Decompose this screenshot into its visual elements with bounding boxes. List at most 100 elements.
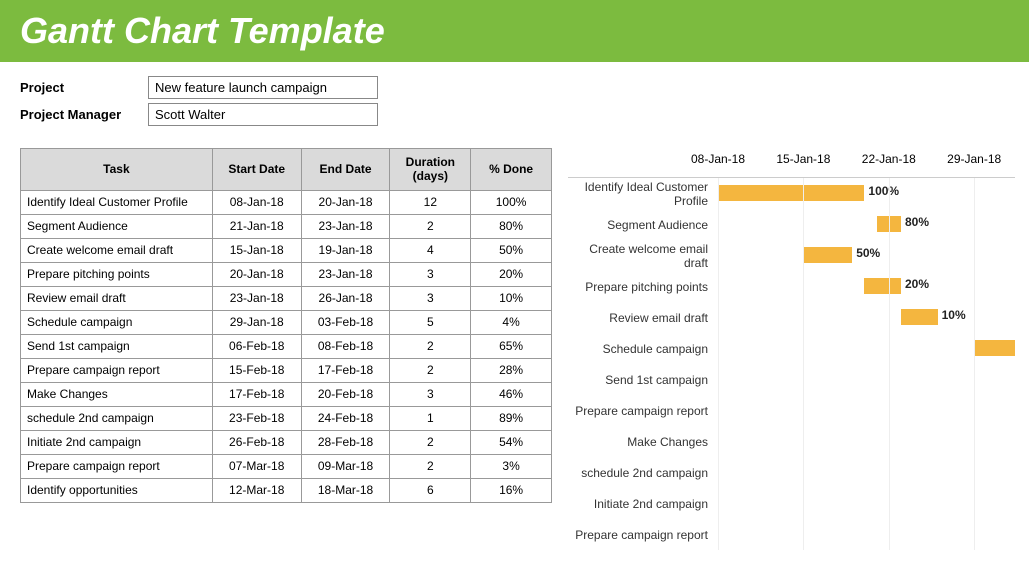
gantt-row-label: Initiate 2nd campaign	[568, 497, 718, 511]
table-row[interactable]: Make Changes17-Feb-1820-Feb-18346%	[21, 382, 552, 406]
table-row[interactable]: Create welcome email draft15-Jan-1819-Ja…	[21, 238, 552, 262]
cell-start[interactable]: 20-Jan-18	[212, 262, 301, 286]
gantt-row: Review email draft10%	[568, 302, 1015, 333]
cell-start[interactable]: 23-Feb-18	[212, 406, 301, 430]
cell-done[interactable]: 16%	[471, 478, 552, 502]
cell-task[interactable]: Prepare pitching points	[21, 262, 213, 286]
cell-end[interactable]: 20-Feb-18	[301, 382, 390, 406]
cell-duration[interactable]: 5	[390, 310, 471, 334]
cell-start[interactable]: 17-Feb-18	[212, 382, 301, 406]
cell-task[interactable]: Prepare campaign report	[21, 358, 213, 382]
table-row[interactable]: Prepare campaign report15-Feb-1817-Feb-1…	[21, 358, 552, 382]
cell-done[interactable]: 65%	[471, 334, 552, 358]
cell-task[interactable]: Schedule campaign	[21, 310, 213, 334]
cell-end[interactable]: 18-Mar-18	[301, 478, 390, 502]
cell-done[interactable]: 100%	[471, 190, 552, 214]
cell-start[interactable]: 08-Jan-18	[212, 190, 301, 214]
cell-end[interactable]: 19-Jan-18	[301, 238, 390, 262]
cell-done[interactable]: 3%	[471, 454, 552, 478]
cell-start[interactable]: 21-Jan-18	[212, 214, 301, 238]
cell-duration[interactable]: 3	[390, 262, 471, 286]
cell-done[interactable]: 10%	[471, 286, 552, 310]
cell-end[interactable]: 20-Jan-18	[301, 190, 390, 214]
manager-input[interactable]	[148, 103, 378, 126]
gantt-bar[interactable]	[864, 278, 901, 294]
table-row[interactable]: schedule 2nd campaign23-Feb-1824-Feb-181…	[21, 406, 552, 430]
gantt-row-track	[718, 457, 1015, 488]
cell-start[interactable]: 07-Mar-18	[212, 454, 301, 478]
cell-end[interactable]: 23-Jan-18	[301, 262, 390, 286]
table-row[interactable]: Schedule campaign29-Jan-1803-Feb-1854%	[21, 310, 552, 334]
cell-done[interactable]: 28%	[471, 358, 552, 382]
cell-task[interactable]: Make Changes	[21, 382, 213, 406]
cell-task[interactable]: Identify Ideal Customer Profile	[21, 190, 213, 214]
cell-end[interactable]: 09-Mar-18	[301, 454, 390, 478]
cell-start[interactable]: 23-Jan-18	[212, 286, 301, 310]
gantt-bar[interactable]	[718, 185, 864, 201]
cell-duration[interactable]: 2	[390, 454, 471, 478]
cell-done[interactable]: 20%	[471, 262, 552, 286]
cell-duration[interactable]: 4	[390, 238, 471, 262]
cell-task[interactable]: Review email draft	[21, 286, 213, 310]
cell-start[interactable]: 29-Jan-18	[212, 310, 301, 334]
cell-task[interactable]: Send 1st campaign	[21, 334, 213, 358]
cell-done[interactable]: 54%	[471, 430, 552, 454]
gantt-bar[interactable]	[803, 247, 852, 263]
cell-end[interactable]: 26-Jan-18	[301, 286, 390, 310]
gantt-row-track	[718, 333, 1015, 364]
cell-start[interactable]: 26-Feb-18	[212, 430, 301, 454]
cell-end[interactable]: 28-Feb-18	[301, 430, 390, 454]
cell-done[interactable]: 4%	[471, 310, 552, 334]
cell-task[interactable]: Initiate 2nd campaign	[21, 430, 213, 454]
cell-duration[interactable]: 2	[390, 430, 471, 454]
table-row[interactable]: Prepare campaign report07-Mar-1809-Mar-1…	[21, 454, 552, 478]
cell-end[interactable]: 08-Feb-18	[301, 334, 390, 358]
table-row[interactable]: Identify Ideal Customer Profile08-Jan-18…	[21, 190, 552, 214]
gantt-bar[interactable]	[974, 340, 1015, 356]
cell-task[interactable]: Prepare campaign report	[21, 454, 213, 478]
cell-duration[interactable]: 12	[390, 190, 471, 214]
table-row[interactable]: Segment Audience21-Jan-1823-Jan-18280%	[21, 214, 552, 238]
cell-end[interactable]: 17-Feb-18	[301, 358, 390, 382]
table-row[interactable]: Identify opportunities12-Mar-1818-Mar-18…	[21, 478, 552, 502]
cell-start[interactable]: 12-Mar-18	[212, 478, 301, 502]
cell-end[interactable]: 24-Feb-18	[301, 406, 390, 430]
gantt-row-label: schedule 2nd campaign	[568, 466, 718, 480]
gantt-row: Identify Ideal Customer Profile100%	[568, 178, 1015, 209]
project-input[interactable]	[148, 76, 378, 99]
gantt-row: Create welcome email draft50%	[568, 240, 1015, 271]
table-header-row: Task Start Date End Date Duration (days)…	[21, 149, 552, 191]
cell-end[interactable]: 03-Feb-18	[301, 310, 390, 334]
cell-duration[interactable]: 2	[390, 358, 471, 382]
gantt-rows: Identify Ideal Customer Profile100%Segme…	[568, 178, 1015, 550]
cell-duration[interactable]: 6	[390, 478, 471, 502]
manager-label: Project Manager	[20, 107, 148, 122]
table-row[interactable]: Send 1st campaign06-Feb-1808-Feb-18265%	[21, 334, 552, 358]
gantt-row-label: Prepare pitching points	[568, 280, 718, 294]
cell-duration[interactable]: 2	[390, 334, 471, 358]
table-row[interactable]: Initiate 2nd campaign26-Feb-1828-Feb-182…	[21, 430, 552, 454]
cell-task[interactable]: Create welcome email draft	[21, 238, 213, 262]
cell-task[interactable]: Identify opportunities	[21, 478, 213, 502]
cell-start[interactable]: 06-Feb-18	[212, 334, 301, 358]
cell-start[interactable]: 15-Feb-18	[212, 358, 301, 382]
cell-task[interactable]: Segment Audience	[21, 214, 213, 238]
cell-duration[interactable]: 2	[390, 214, 471, 238]
cell-end[interactable]: 23-Jan-18	[301, 214, 390, 238]
project-label: Project	[20, 80, 148, 95]
cell-done[interactable]: 46%	[471, 382, 552, 406]
cell-task[interactable]: schedule 2nd campaign	[21, 406, 213, 430]
cell-done[interactable]: 89%	[471, 406, 552, 430]
gantt-bar[interactable]	[901, 309, 938, 325]
gantt-gridline	[974, 178, 975, 550]
cell-duration[interactable]: 3	[390, 286, 471, 310]
gantt-row-track	[718, 519, 1015, 550]
table-row[interactable]: Review email draft23-Jan-1826-Jan-18310%	[21, 286, 552, 310]
table-row[interactable]: Prepare pitching points20-Jan-1823-Jan-1…	[21, 262, 552, 286]
cell-done[interactable]: 50%	[471, 238, 552, 262]
cell-start[interactable]: 15-Jan-18	[212, 238, 301, 262]
gantt-row-label: Identify Ideal Customer Profile	[568, 180, 718, 208]
cell-done[interactable]: 80%	[471, 214, 552, 238]
cell-duration[interactable]: 3	[390, 382, 471, 406]
cell-duration[interactable]: 1	[390, 406, 471, 430]
